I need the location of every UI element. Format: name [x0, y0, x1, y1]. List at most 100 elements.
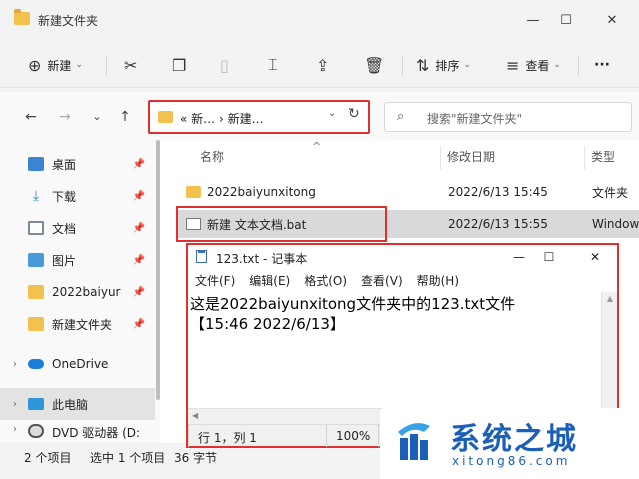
sidebar-item-label: 文档 — [52, 221, 77, 236]
folder-icon — [28, 285, 44, 299]
view-button[interactable]: ≡ 查看 ⌄ — [506, 52, 561, 78]
sort-icon: ⇅ — [416, 55, 430, 75]
pin-icon: 📌 — [132, 254, 145, 266]
cursor-position: 行 1，列 1 — [198, 431, 257, 445]
trash-icon: 🗑 — [364, 55, 385, 75]
command-bar: ⊕ 新建 ⌄ ✂ ❐ ▯ ⌶ ⇪ 🗑 ⇅ 排序 ⌄ ≡ 查看 ⌄ ··· — [0, 42, 639, 88]
scroll-up-icon[interactable]: ▲ — [602, 294, 618, 303]
menu-file[interactable]: 文件(F) — [195, 271, 235, 291]
column-header-date[interactable]: 修改日期 — [447, 148, 495, 165]
address-bar[interactable]: « 新… › 新建… — [148, 100, 370, 134]
chevron-down-icon: ⌄ — [553, 60, 561, 70]
minimize-button[interactable]: — — [515, 8, 551, 34]
address-row: ← → ⌄ ↑ « 新… › 新建… ⌄ ↻ ⌕ 搜索"新建文件夹" — [0, 92, 639, 140]
site-logo-icon — [398, 423, 430, 460]
watermark-url: xitong86.com — [452, 454, 571, 468]
sidebar-item-this-pc[interactable]: › 此电脑 — [0, 388, 155, 420]
sidebar-item-downloads[interactable]: ⤓ 下载 📌 — [0, 180, 155, 212]
pin-icon: 📌 — [132, 158, 145, 170]
pin-icon: 📌 — [132, 190, 145, 202]
sidebar-item-label: 此电脑 — [52, 397, 89, 412]
delete-button[interactable]: 🗑 — [364, 52, 390, 78]
scroll-left-icon[interactable]: ◀ — [192, 411, 198, 420]
maximize-button[interactable]: ☐ — [548, 8, 584, 34]
view-label: 查看 — [525, 58, 550, 73]
sort-button[interactable]: ⇅ 排序 ⌄ — [416, 52, 471, 78]
up-button[interactable]: ↑ — [114, 106, 136, 128]
sidebar-item-2022baiyunxitong[interactable]: 2022baiyur 📌 — [0, 276, 155, 308]
search-box[interactable]: ⌕ 搜索"新建文件夹" — [384, 102, 632, 132]
sort-label: 排序 — [435, 58, 460, 73]
menu-edit[interactable]: 编辑(E) — [249, 271, 290, 291]
address-path[interactable]: « 新… › 新建… — [180, 110, 264, 127]
notepad-text-area[interactable]: 这是2022baiyunxitong文件夹中的123.txt文件 【15:46 2… — [188, 292, 601, 408]
forward-button[interactable]: → — [54, 106, 76, 128]
column-header-name[interactable]: 名称 — [200, 148, 224, 165]
file-row-folder[interactable]: 2022baiyunxitong 2022/6/13 15:45 文件夹 — [178, 178, 639, 206]
file-explorer-window: 新建文件夹 — ☐ ✕ ⊕ 新建 ⌄ ✂ ❐ ▯ ⌶ ⇪ 🗑 ⇅ 排序 ⌄ ≡ … — [0, 0, 639, 479]
sidebar-item-label: 新建文件夹 — [52, 317, 113, 332]
file-date: 2022/6/13 15:55 — [448, 217, 548, 231]
selection-count: 选中 1 个项目 — [90, 451, 166, 465]
notepad-vertical-scrollbar[interactable]: ▲ — [601, 292, 617, 408]
new-button[interactable]: ⊕ 新建 ⌄ — [28, 52, 83, 78]
menu-format[interactable]: 格式(O) — [304, 271, 347, 291]
file-name: 2022baiyunxitong — [207, 185, 316, 199]
sidebar-item-label: 图片 — [52, 253, 77, 268]
sidebar-item-onedrive[interactable]: › OneDrive — [0, 348, 155, 380]
folder-icon — [186, 186, 201, 198]
sidebar-item-documents[interactable]: 文档 📌 — [0, 212, 155, 244]
sidebar-item-label: 桌面 — [52, 157, 77, 172]
more-options-button[interactable]: ··· — [594, 52, 610, 78]
column-divider[interactable] — [584, 146, 585, 170]
watermark: 系统之城 xitong86.com — [380, 408, 639, 479]
chevron-right-icon[interactable]: › — [6, 359, 24, 370]
menu-view[interactable]: 查看(V) — [361, 271, 403, 291]
rename-button[interactable]: ⌶ — [268, 52, 284, 78]
scissors-icon: ✂ — [124, 55, 138, 75]
cut-button[interactable]: ✂ — [124, 52, 143, 78]
sidebar-item-label: OneDrive — [52, 357, 109, 371]
chevron-right-icon[interactable]: › — [6, 424, 24, 435]
sidebar-item-desktop[interactable]: 桌面 📌 — [0, 148, 155, 180]
chevron-down-icon: ⌄ — [75, 60, 83, 70]
sidebar-item-pictures[interactable]: 图片 📌 — [0, 244, 155, 276]
toolbar-divider — [578, 56, 579, 76]
rename-icon: ⌶ — [268, 55, 278, 74]
window-title: 新建文件夹 — [38, 14, 99, 28]
toolbar-divider — [106, 56, 107, 76]
share-button[interactable]: ⇪ — [316, 52, 335, 78]
sidebar-item-label: 下载 — [52, 189, 77, 204]
close-button[interactable]: ✕ — [594, 8, 630, 34]
column-divider[interactable] — [440, 146, 441, 170]
picture-icon — [28, 253, 44, 267]
recent-locations-button[interactable]: ⌄ — [86, 106, 108, 128]
notepad-maximize-button[interactable]: ☐ — [534, 247, 564, 267]
notepad-close-button[interactable]: ✕ — [580, 247, 610, 267]
folder-icon — [14, 9, 30, 25]
back-button[interactable]: ← — [20, 106, 42, 128]
address-dropdown[interactable]: ⌄ — [328, 108, 336, 119]
chevron-down-icon: ⌄ — [463, 60, 471, 70]
notepad-minimize-button[interactable]: — — [504, 247, 534, 267]
menu-help[interactable]: 帮助(H) — [417, 271, 459, 291]
status-divider — [378, 425, 379, 447]
navigation-pane: 桌面 📌 ⤓ 下载 📌 文档 📌 图片 📌 2022baiyur 📌 新建文件夹… — [0, 140, 160, 443]
chevron-right-icon[interactable]: › — [6, 399, 24, 410]
watermark-site-name: 系统之城 — [450, 422, 578, 457]
search-icon: ⌕ — [397, 109, 405, 124]
paste-button[interactable]: ▯ — [220, 52, 235, 78]
cloud-icon — [28, 359, 44, 369]
sort-ascending-icon: ^ — [312, 140, 322, 153]
pin-icon: 📌 — [132, 286, 145, 298]
column-header-type[interactable]: 类型 — [591, 148, 615, 165]
pin-icon: 📌 — [132, 222, 145, 234]
refresh-icon[interactable]: ↻ — [348, 106, 360, 122]
sidebar-item-dvd-drive[interactable]: › DVD 驱动器 (D: — [0, 424, 155, 443]
computer-icon — [28, 398, 44, 410]
title-bar: 新建文件夹 — ☐ ✕ — [0, 0, 639, 42]
highlight-box — [176, 206, 387, 242]
desktop-icon — [28, 157, 44, 171]
sidebar-item-new-folder[interactable]: 新建文件夹 📌 — [0, 308, 155, 340]
copy-button[interactable]: ❐ — [172, 52, 192, 78]
